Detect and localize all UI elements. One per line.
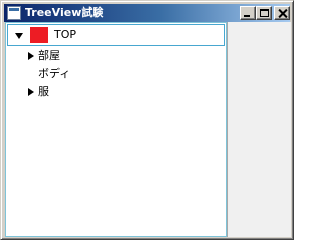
close-icon <box>278 9 287 18</box>
expand-arrow-icon[interactable] <box>26 87 36 97</box>
tree-node-label: 服 <box>38 85 49 98</box>
expand-arrow-icon[interactable] <box>26 51 36 61</box>
tree-node-label: ボディ <box>38 67 71 80</box>
tree-node-clothes[interactable]: 服 <box>26 83 206 101</box>
red-color-swatch <box>30 27 48 43</box>
window-title: TreeView試験 <box>25 6 104 19</box>
tree-node-label: TOP <box>54 28 77 41</box>
tree-node-room[interactable]: 部屋 <box>26 47 206 65</box>
tree-node-label: 部屋 <box>38 49 60 62</box>
minimize-button[interactable] <box>240 6 256 20</box>
maximize-button[interactable] <box>256 6 272 20</box>
close-button[interactable] <box>274 6 290 20</box>
maximize-icon <box>260 9 269 17</box>
tree-node-top[interactable]: TOP <box>7 24 225 46</box>
collapse-arrow-icon[interactable] <box>14 31 24 41</box>
tree-node-body[interactable]: ボディ <box>26 65 206 83</box>
title-bar[interactable]: TreeView試験 <box>4 4 290 22</box>
right-panel <box>227 22 291 237</box>
minimize-icon <box>244 15 250 17</box>
tree-view[interactable]: TOP 部屋 ボディ 服 <box>5 22 227 237</box>
app-icon <box>7 6 21 20</box>
app-window: TreeView試験 TOP 部屋 ボディ 服 <box>0 0 294 240</box>
client-area: TOP 部屋 ボディ 服 <box>5 22 291 237</box>
